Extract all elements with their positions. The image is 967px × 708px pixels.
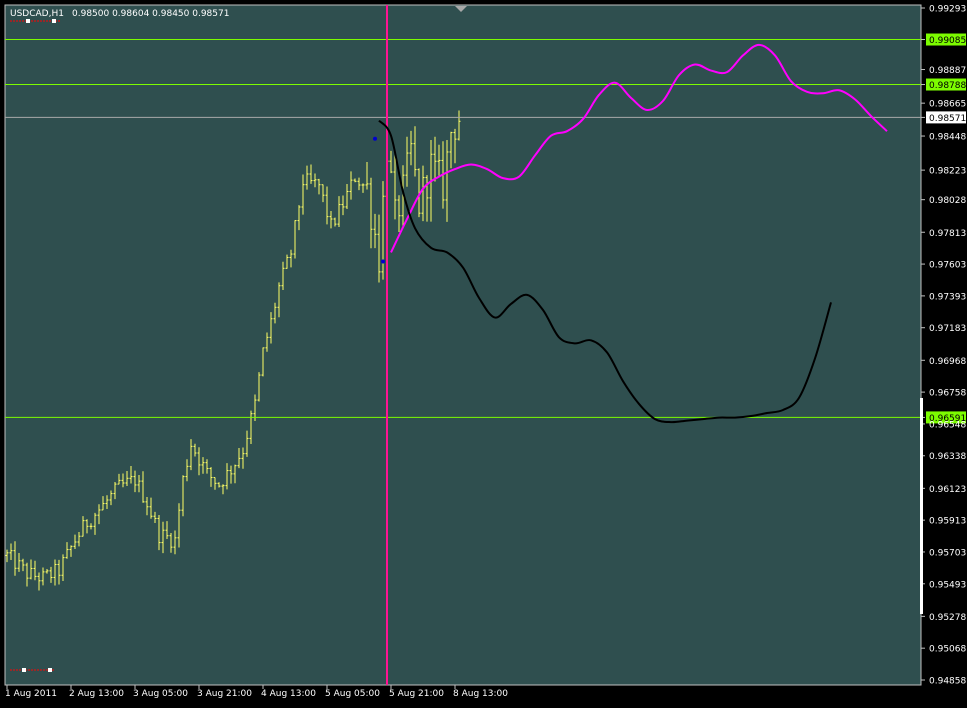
- x-tick-label: 4 Aug 13:00: [261, 689, 316, 699]
- y-tick-label: 0.95278: [929, 613, 966, 623]
- y-tick-label: 0.96123: [929, 485, 966, 495]
- marker-point: [373, 136, 377, 141]
- y-tick-label: 0.95913: [929, 517, 966, 527]
- y-tick-label: 0.98887: [929, 66, 966, 76]
- price-chart[interactable]: 0.99293 0.99085 0.98887 0.98788 0.98665 0.985…: [0, 0, 967, 708]
- y-tick: 0.99085: [921, 33, 966, 46]
- y-tick-label: 0.97393: [929, 292, 966, 302]
- plot-area[interactable]: [4, 4, 922, 686]
- x-tick-label: 5 Aug 21:00: [389, 689, 444, 699]
- y-tick-label: 0.95493: [929, 580, 966, 590]
- info-bar: USDCAD,H1 0.98500 0.98604 0.98450 0.9857…: [10, 9, 229, 19]
- marker-point: [381, 259, 385, 264]
- y-tick-label: 0.98223: [929, 167, 966, 177]
- price-tag-label: 0.98571: [929, 114, 966, 124]
- price-tag-label: 0.99085: [929, 36, 966, 46]
- y-tick-label: 0.97183: [929, 324, 966, 334]
- y-tick-label: 0.98028: [929, 196, 966, 206]
- y-tick-label: 0.96968: [929, 357, 966, 367]
- y-tick-label: 0.94858: [929, 677, 966, 687]
- y-tick: 0.98571: [921, 111, 966, 124]
- y-tick-label: 0.96338: [929, 452, 966, 462]
- x-tick-label: 1 Aug 2011: [5, 689, 57, 699]
- y-tick-label: 0.98448: [929, 133, 966, 143]
- y-tick-label: 0.97603: [929, 261, 966, 271]
- y-tick-label: 0.96548: [929, 420, 966, 430]
- symbol-label: USDCAD,H1: [10, 9, 64, 19]
- y-tick-label: 0.99293: [929, 5, 966, 15]
- y-tick-label: 0.98665: [929, 100, 966, 110]
- y-tick-label: 0.97813: [929, 229, 966, 239]
- x-tick-label: 5 Aug 05:00: [325, 689, 380, 699]
- x-tick-label: 3 Aug 21:00: [197, 689, 252, 699]
- y-tick-label: 0.96758: [929, 389, 966, 399]
- scrollbar-indicator[interactable]: [920, 398, 923, 614]
- x-tick-label: 3 Aug 05:00: [133, 689, 188, 699]
- price-tag-label: 0.98788: [929, 81, 966, 91]
- x-tick-label: 8 Aug 13:00: [453, 689, 508, 699]
- y-tick: 0.98788: [921, 78, 966, 91]
- y-tick-label: 0.95703: [929, 548, 966, 558]
- x-tick-label: 2 Aug 13:00: [69, 689, 124, 699]
- ohlc-label: 0.98500 0.98604 0.98450 0.98571: [72, 9, 229, 19]
- y-tick-label: 0.95068: [929, 645, 966, 655]
